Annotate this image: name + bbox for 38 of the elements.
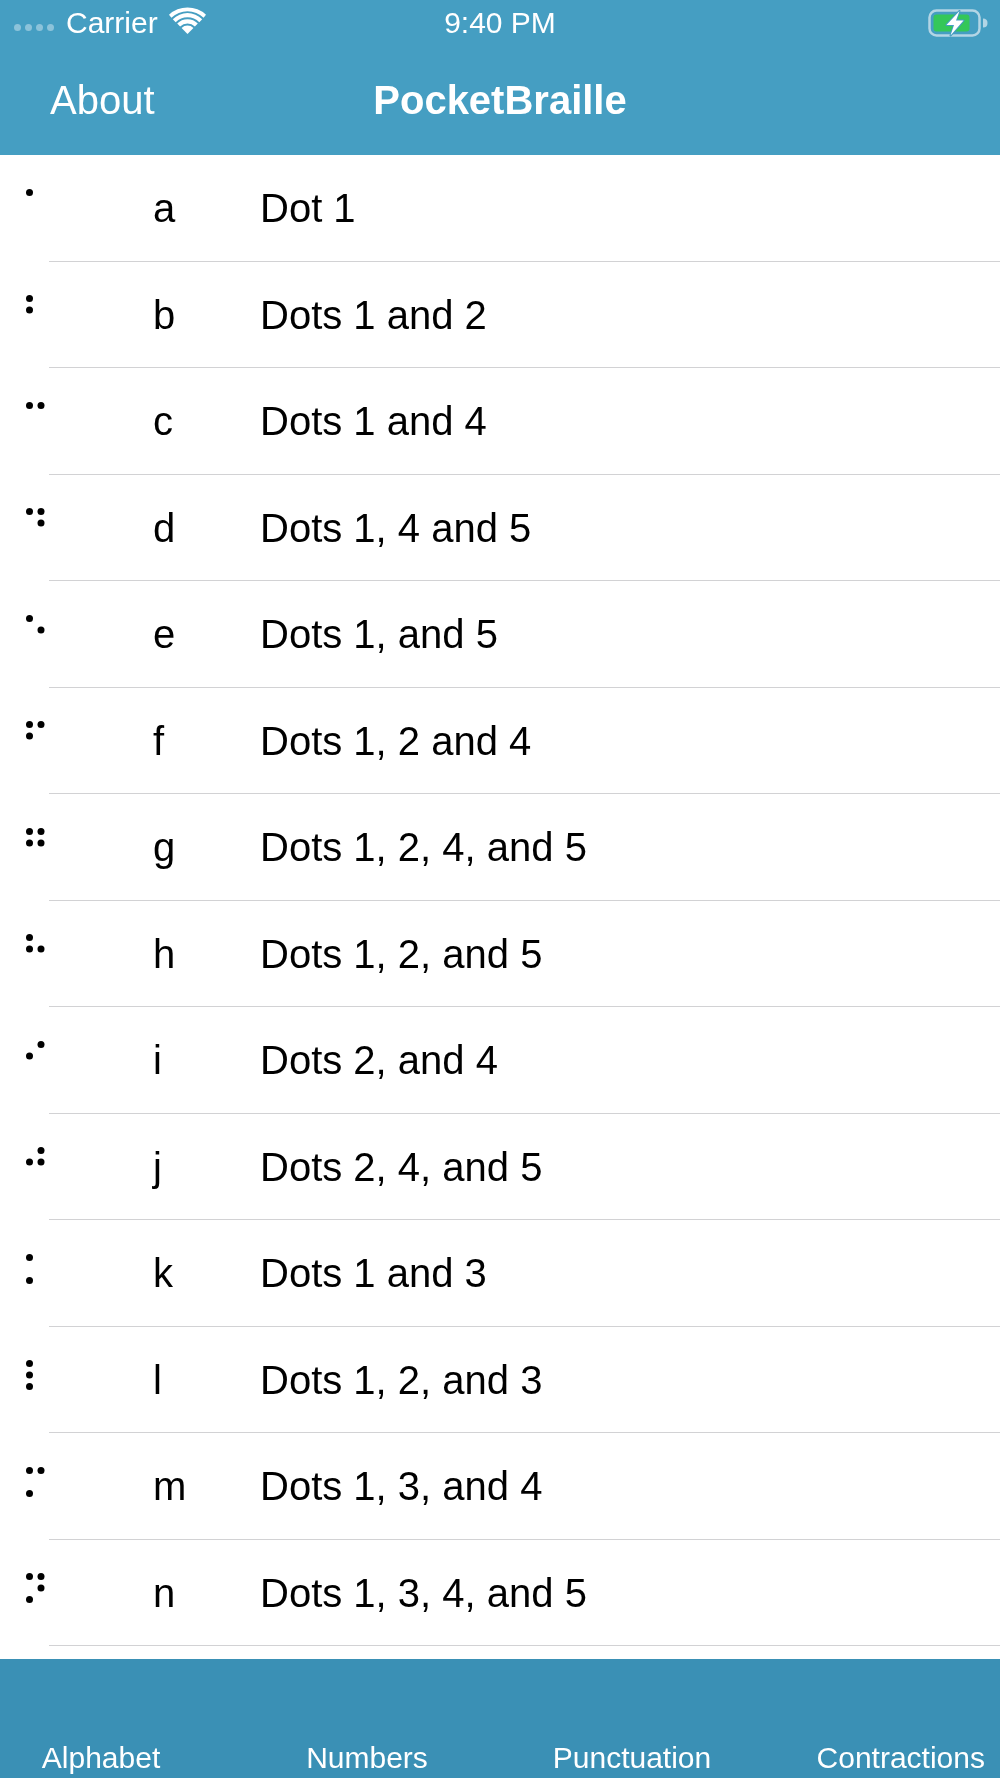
row-letter: c	[153, 398, 174, 445]
wifi-icon	[168, 7, 206, 34]
screen-title: PocketBraille	[373, 77, 627, 123]
row-description: Dots 1, 3, and 4	[260, 1463, 543, 1510]
row-description: Dots 1, 2 and 4	[260, 717, 532, 764]
row-letter: e	[153, 611, 177, 658]
row-letter: d	[153, 504, 177, 551]
battery-charging-icon	[928, 8, 988, 37]
tab-button[interactable]: Alphabet	[41, 1740, 161, 1776]
row-letter: a	[153, 185, 177, 232]
row-description: Dots 1, 2, 4, and 5	[260, 824, 587, 871]
signal-dots-icon	[14, 24, 56, 31]
row-description: Dots 2, 4, and 5	[260, 1143, 543, 1190]
row-letter: k	[153, 1250, 174, 1297]
row-description: Dots 1, 4 and 5	[260, 504, 532, 551]
row-description: Dots 1, 2, and 5	[260, 930, 543, 977]
row-letter: j	[153, 1143, 163, 1190]
row-description: Dots 1, 3, 4, and 5	[260, 1569, 587, 1616]
row-description: Dots 1, 2, and 3	[260, 1356, 543, 1403]
row-letter: f	[153, 717, 166, 764]
row-description: Dots 1 and 3	[260, 1250, 487, 1297]
row-letter: b	[153, 291, 177, 338]
row-description: Dots 1, and 5	[260, 611, 498, 658]
status-time: 9:40 PM	[444, 5, 556, 40]
carrier-name: Carrier	[66, 5, 158, 40]
row-description: Dots 1 and 2	[260, 291, 487, 338]
row-letter: h	[153, 930, 177, 977]
tab-button[interactable]: Numbers	[306, 1740, 428, 1776]
row-letter: l	[153, 1356, 163, 1403]
tab-button[interactable]: Contractions	[816, 1740, 985, 1776]
row-description: Dots 2, and 4	[260, 1037, 498, 1084]
row-description: Dot 1	[260, 185, 356, 232]
row-letter: i	[153, 1037, 163, 1084]
row-letter: n	[153, 1569, 177, 1616]
row-letter: m	[153, 1463, 188, 1510]
row-letter: g	[153, 824, 177, 871]
tab-button[interactable]: Punctuation	[552, 1740, 712, 1776]
row-description: Dots 1 and 4	[260, 398, 487, 445]
